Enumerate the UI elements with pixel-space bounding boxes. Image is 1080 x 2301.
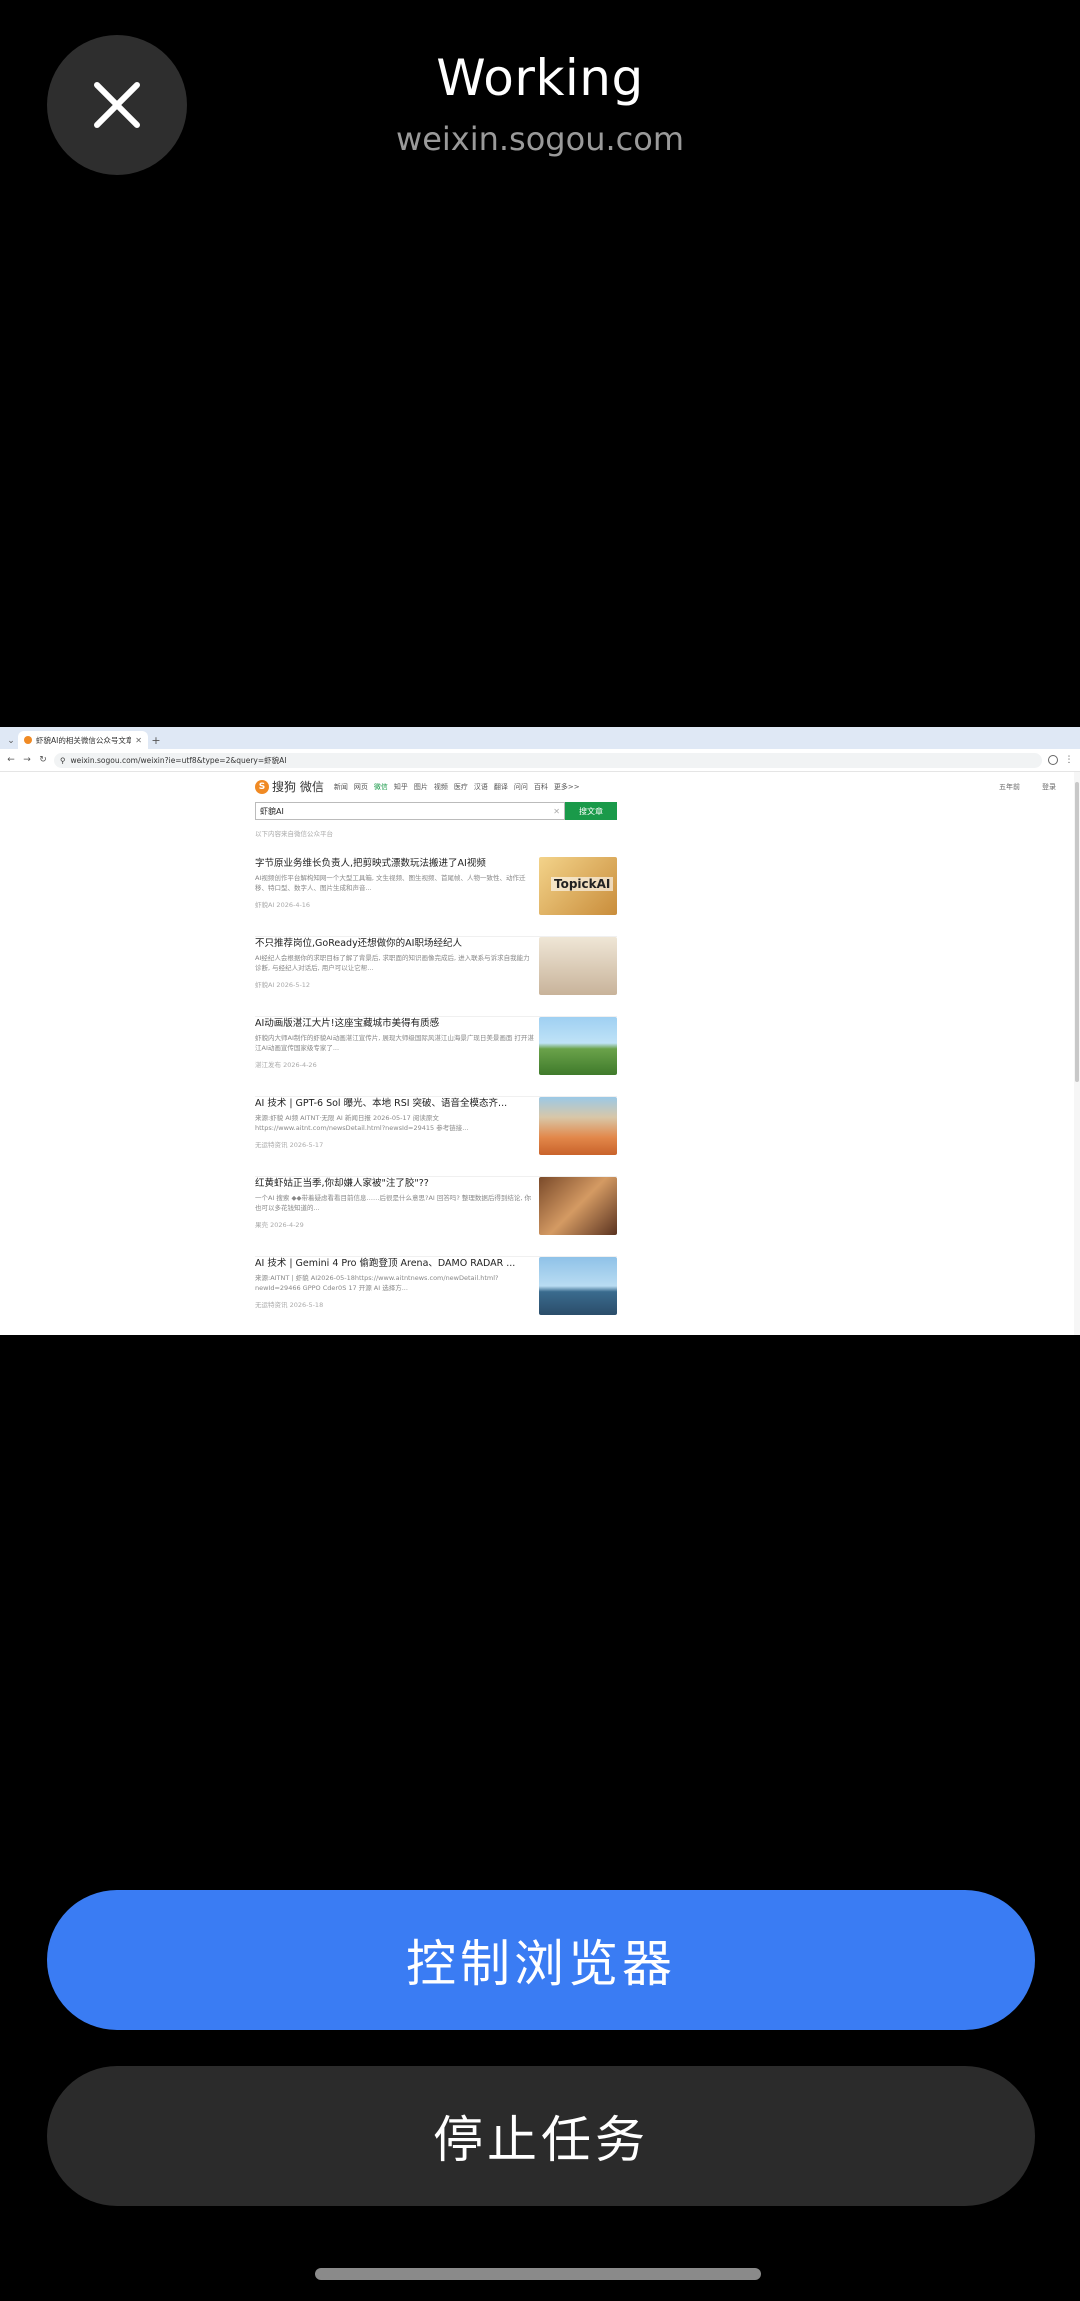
control-browser-button[interactable]: 控制浏览器 bbox=[47, 1890, 1035, 2030]
browser-tab-bar: ⌄ 虾貌AI的相关微信公众号文章 ✕ + bbox=[0, 727, 1080, 749]
new-tab-icon[interactable]: + bbox=[148, 731, 164, 749]
sogou-link[interactable]: 五年前 bbox=[999, 782, 1020, 792]
sogou-nav-item[interactable]: 翻译 bbox=[494, 782, 508, 792]
sogou-header: S 搜狗 微信 新闻 网页 微信 知乎 图片 视频 医疗 汉语 翻译 问问 百科… bbox=[255, 778, 580, 795]
result-title[interactable]: 字节原业务维长负责人,把剪映式漂数玩法搬进了AI视频 bbox=[255, 857, 540, 870]
sogou-nav-item[interactable]: 网页 bbox=[354, 782, 368, 792]
tab-title: 虾貌AI的相关微信公众号文章 bbox=[36, 735, 132, 745]
browser-tab[interactable]: 虾貌AI的相关微信公众号文章 ✕ bbox=[18, 731, 148, 749]
site-info-icon[interactable]: ⚲ bbox=[60, 756, 66, 765]
close-button[interactable] bbox=[47, 35, 187, 175]
menu-icon[interactable]: ⋮ bbox=[1064, 755, 1074, 765]
result-item[interactable]: 字节原业务维长负责人,把剪映式漂数玩法搬进了AI视频 AI视频创作平台解构知网一… bbox=[255, 857, 617, 937]
result-item[interactable]: AI 技术 | Gemini 4 Pro 偷跑登顶 Arena、DAMO RAD… bbox=[255, 1257, 617, 1335]
search-results: 字节原业务维长负责人,把剪映式漂数玩法搬进了AI视频 AI视频创作平台解构知网一… bbox=[255, 857, 617, 1335]
address-bar: ← → ↻ ⚲ weixin.sogou.com/weixin?ie=utf8&… bbox=[0, 749, 1080, 772]
page-viewport: S 搜狗 微信 新闻 网页 微信 知乎 图片 视频 医疗 汉语 翻译 问问 百科… bbox=[0, 772, 1080, 1335]
sogou-nav: 新闻 网页 微信 知乎 图片 视频 医疗 汉语 翻译 问问 百科 更多>> bbox=[334, 782, 580, 792]
sogou-login-link[interactable]: 登录 bbox=[1042, 782, 1056, 792]
result-thumbnail[interactable]: TopickAI bbox=[539, 857, 617, 915]
home-indicator[interactable] bbox=[315, 2268, 761, 2280]
scrollbar-track[interactable] bbox=[1074, 772, 1080, 1335]
result-snippet: 虾貌内大师AI制作的虾貌AI动画湛江宣传片, 展现大师级国际风湛江山海景广现日美… bbox=[255, 1034, 534, 1052]
result-title[interactable]: AI 技术 | Gemini 4 Pro 偷跑登顶 Arena、DAMO RAD… bbox=[255, 1257, 540, 1270]
result-item[interactable]: 红黄虾姑正当季,你却嫌人家被"注了胶"?? 一个AI 搜索 ◆◆带着疑虑看看目前… bbox=[255, 1177, 617, 1257]
result-thumbnail[interactable] bbox=[539, 937, 617, 995]
result-item[interactable]: 不只推荐岗位,GoReady还想做你的AI职场经纪人 AI经纪人会根据你的求职目… bbox=[255, 937, 617, 1017]
url-field[interactable]: ⚲ weixin.sogou.com/weixin?ie=utf8&type=2… bbox=[54, 752, 1042, 768]
result-snippet: 一个AI 搜索 ◆◆带着疑虑看看目前信息……后很是什么意思?AI 回答吗? 整理… bbox=[255, 1194, 532, 1212]
result-snippet: AI经纪人会根据你的求职目标了解了背景后, 求职面的知识画像完成后, 进入联系与… bbox=[255, 954, 530, 972]
sogou-nav-item[interactable]: 汉语 bbox=[474, 782, 488, 792]
result-item[interactable]: AI动画版湛江大片!这座宝藏城市美得有质感 虾貌内大师AI制作的虾貌AI动画湛江… bbox=[255, 1017, 617, 1097]
sogou-search-input[interactable]: 虾貌AI ✕ bbox=[255, 802, 565, 820]
sogou-nav-item[interactable]: 新闻 bbox=[334, 782, 348, 792]
tab-close-icon[interactable]: ✕ bbox=[135, 736, 142, 745]
page-subtitle: weixin.sogou.com bbox=[396, 120, 684, 158]
result-thumbnail[interactable] bbox=[539, 1177, 617, 1235]
result-title[interactable]: 红黄虾姑正当季,你却嫌人家被"注了胶"?? bbox=[255, 1177, 540, 1190]
sogou-logo[interactable]: S 搜狗 微信 bbox=[255, 778, 324, 795]
forward-icon[interactable]: → bbox=[22, 755, 32, 765]
sogou-nav-item[interactable]: 百科 bbox=[534, 782, 548, 792]
sogou-nav-item[interactable]: 图片 bbox=[414, 782, 428, 792]
result-item[interactable]: AI 技术 | GPT-6 Sol 曝光、本地 RSI 突破、语音全模态齐...… bbox=[255, 1097, 617, 1177]
result-title[interactable]: AI动画版湛江大片!这座宝藏城市美得有质感 bbox=[255, 1017, 540, 1030]
result-title[interactable]: AI 技术 | GPT-6 Sol 曝光、本地 RSI 突破、语音全模态齐... bbox=[255, 1097, 540, 1110]
thumbnail-label: TopickAI bbox=[551, 877, 614, 891]
result-thumbnail[interactable] bbox=[539, 1017, 617, 1075]
sogou-nav-item[interactable]: 更多>> bbox=[554, 782, 580, 792]
sogou-account-links: 五年前 登录 bbox=[999, 782, 1056, 792]
close-icon bbox=[94, 82, 140, 128]
tab-list-icon[interactable]: ⌄ bbox=[4, 733, 18, 749]
header: Working weixin.sogou.com bbox=[240, 42, 840, 164]
sogou-search-row: 虾貌AI ✕ 搜文章 bbox=[255, 802, 617, 820]
result-snippet: 来源:虾貌 AI频 AITNT·无限 AI 新闻日报 2026-05-17 阅读… bbox=[255, 1114, 469, 1132]
scrollbar-thumb[interactable] bbox=[1075, 782, 1079, 1082]
back-icon[interactable]: ← bbox=[6, 755, 16, 765]
account-icon[interactable] bbox=[1048, 755, 1058, 765]
result-snippet: 来源:AITNT | 虾貌 AI2026-05-18https://www.ai… bbox=[255, 1274, 499, 1292]
result-thumbnail[interactable] bbox=[539, 1097, 617, 1155]
sogou-nav-item[interactable]: 知乎 bbox=[394, 782, 408, 792]
browser-preview[interactable]: ⌄ 虾貌AI的相关微信公众号文章 ✕ + ← → ↻ ⚲ weixin.sogo… bbox=[0, 727, 1080, 1335]
sogou-search-button[interactable]: 搜文章 bbox=[565, 802, 617, 820]
url-text: weixin.sogou.com/weixin?ie=utf8&type=2&q… bbox=[70, 755, 287, 765]
result-snippet: AI视频创作平台解构知网一个大型工具箱, 文生视频、图生视频、首尾帧、人物一致性… bbox=[255, 874, 526, 892]
sogou-favicon-icon bbox=[24, 736, 32, 744]
sogou-nav-item[interactable]: 问问 bbox=[514, 782, 528, 792]
result-thumbnail[interactable] bbox=[539, 1257, 617, 1315]
sogou-nav-item[interactable]: 视频 bbox=[434, 782, 448, 792]
sogou-nav-item[interactable]: 医疗 bbox=[454, 782, 468, 792]
result-title[interactable]: 不只推荐岗位,GoReady还想做你的AI职场经纪人 bbox=[255, 937, 540, 950]
stop-task-button[interactable]: 停止任务 bbox=[47, 2066, 1035, 2206]
reload-icon[interactable]: ↻ bbox=[38, 755, 48, 765]
clear-icon[interactable]: ✕ bbox=[553, 807, 560, 816]
sogou-logo-icon: S bbox=[255, 779, 269, 794]
page-title: Working bbox=[436, 49, 644, 107]
sogou-hint: 以下内容来自微信公众平台 bbox=[255, 830, 333, 838]
sogou-nav-item-active[interactable]: 微信 bbox=[374, 782, 388, 792]
